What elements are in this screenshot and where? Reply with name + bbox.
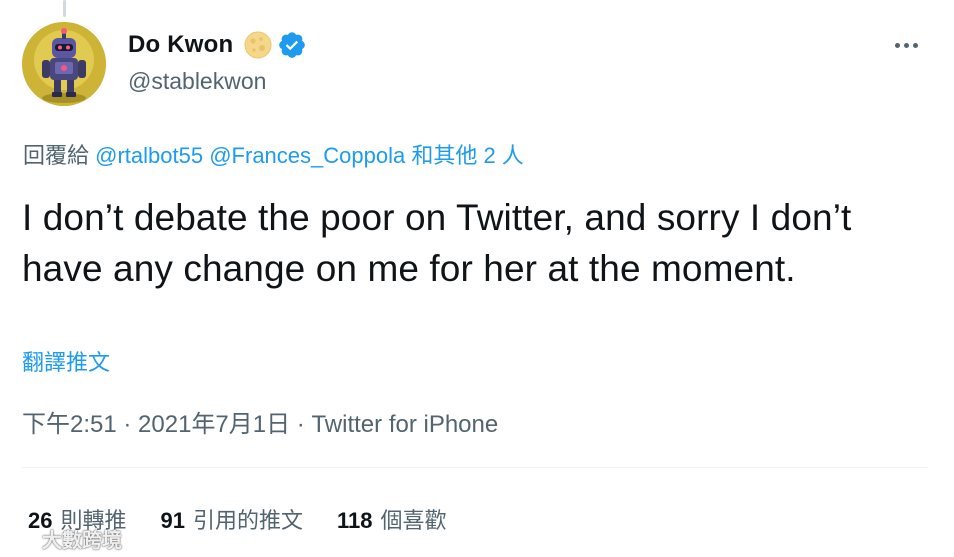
reply-context: 回覆給 @rtalbot55 @Frances_Coppola 和其他 2 人 [23,138,524,170]
user-handle[interactable]: @stablekwon [128,68,266,95]
mention-link[interactable]: @Frances_Coppola [209,143,405,168]
display-name[interactable]: Do Kwon [128,31,233,59]
watermark-logo-icon [6,533,34,545]
watermark: 大數跨境 [4,524,122,553]
translate-tweet-link[interactable]: 翻譯推文 [22,345,110,377]
quote-tweets-stat[interactable]: 91 引用的推文 [161,503,304,535]
tweet-date[interactable]: 2021年7月1日 [138,411,290,438]
tweet-text: I don’t debate the poor on Twitter, and … [22,197,852,289]
more-icon [894,42,900,48]
avatar[interactable] [22,22,106,106]
tweet-detail: Do Kwon @stablekwon 回覆給 @rtalbot55 @Fran… [0,0,954,557]
meta-separator: · [116,411,139,438]
thread-line [63,0,66,17]
moon-icon [243,30,273,60]
quote-tweets-label: 引用的推文 [192,508,303,533]
mention-link[interactable]: @rtalbot55 [95,143,203,168]
name-row: Do Kwon [128,28,307,62]
divider [22,467,928,468]
likes-stat[interactable]: 118 個喜歡 [337,503,447,535]
tweet-meta: 下午2:51 · 2021年7月1日 · Twitter for iPhone [22,404,498,439]
likes-label: 個喜歡 [380,508,447,533]
verified-badge-icon [277,30,307,60]
more-button[interactable] [886,30,926,60]
reply-prefix: 回覆給 [23,143,90,168]
robot-avatar-icon [22,22,106,106]
quote-tweets-count: 91 [160,508,185,533]
likes-count: 118 [337,508,373,533]
tweet-time[interactable]: 下午2:51 [22,411,117,438]
tweet-source[interactable]: Twitter for iPhone [311,411,498,438]
watermark-text: 大數跨境 [42,530,122,552]
meta-separator: · [290,411,312,438]
others-link[interactable]: 和其他 2 人 [411,143,523,168]
